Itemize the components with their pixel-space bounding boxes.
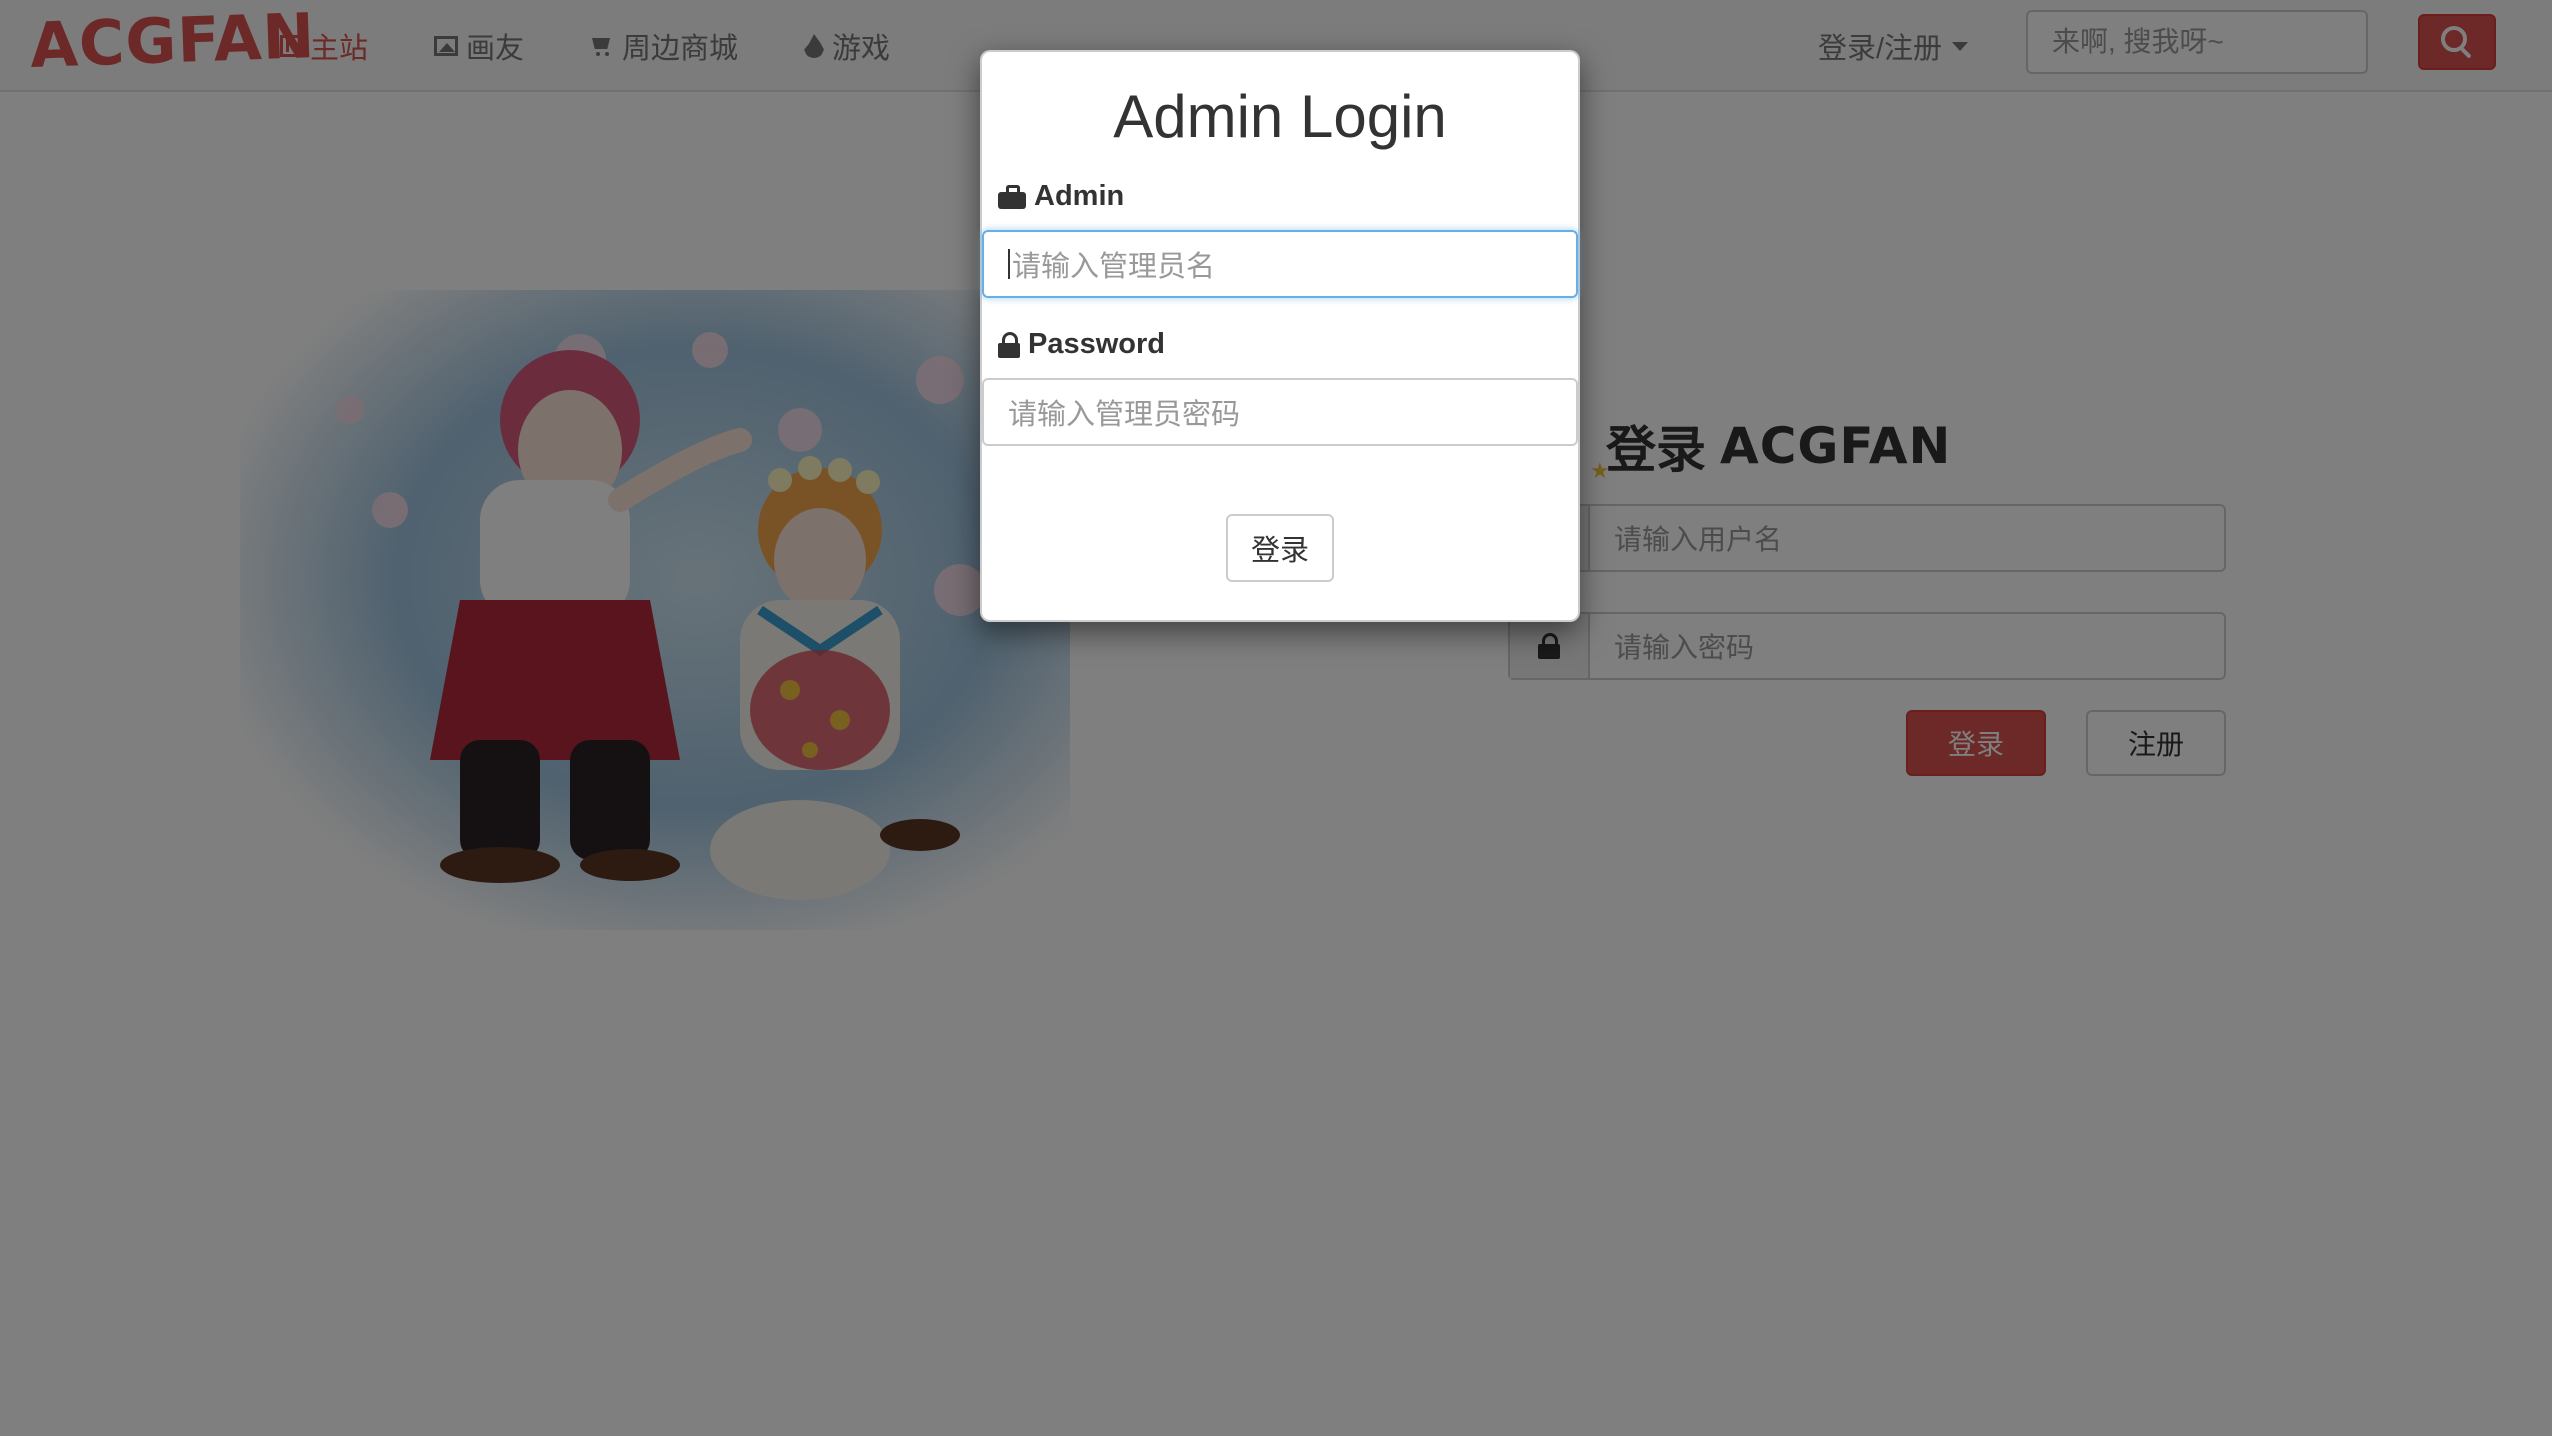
admin-name-placeholder: 请输入管理员名	[1012, 251, 1216, 283]
briefcase-icon	[998, 184, 1026, 209]
lock-icon	[998, 331, 1020, 358]
admin-login-modal: Admin Login Admin 请输入管理员名 Password 请输入管理…	[980, 50, 1580, 622]
admin-label: Admin	[998, 180, 1124, 213]
admin-label-text: Admin	[1034, 180, 1125, 212]
password-label: Password	[998, 328, 1165, 361]
admin-password-placeholder: 请输入管理员密码	[1008, 399, 1241, 431]
password-label-text: Password	[1028, 328, 1165, 360]
admin-name-input[interactable]: 请输入管理员名	[982, 230, 1578, 298]
modal-title: Admin Login	[1113, 83, 1447, 150]
admin-password-input[interactable]: 请输入管理员密码	[982, 378, 1578, 446]
admin-login-submit-button[interactable]: 登录	[1226, 514, 1334, 582]
text-cursor	[1008, 249, 1010, 279]
